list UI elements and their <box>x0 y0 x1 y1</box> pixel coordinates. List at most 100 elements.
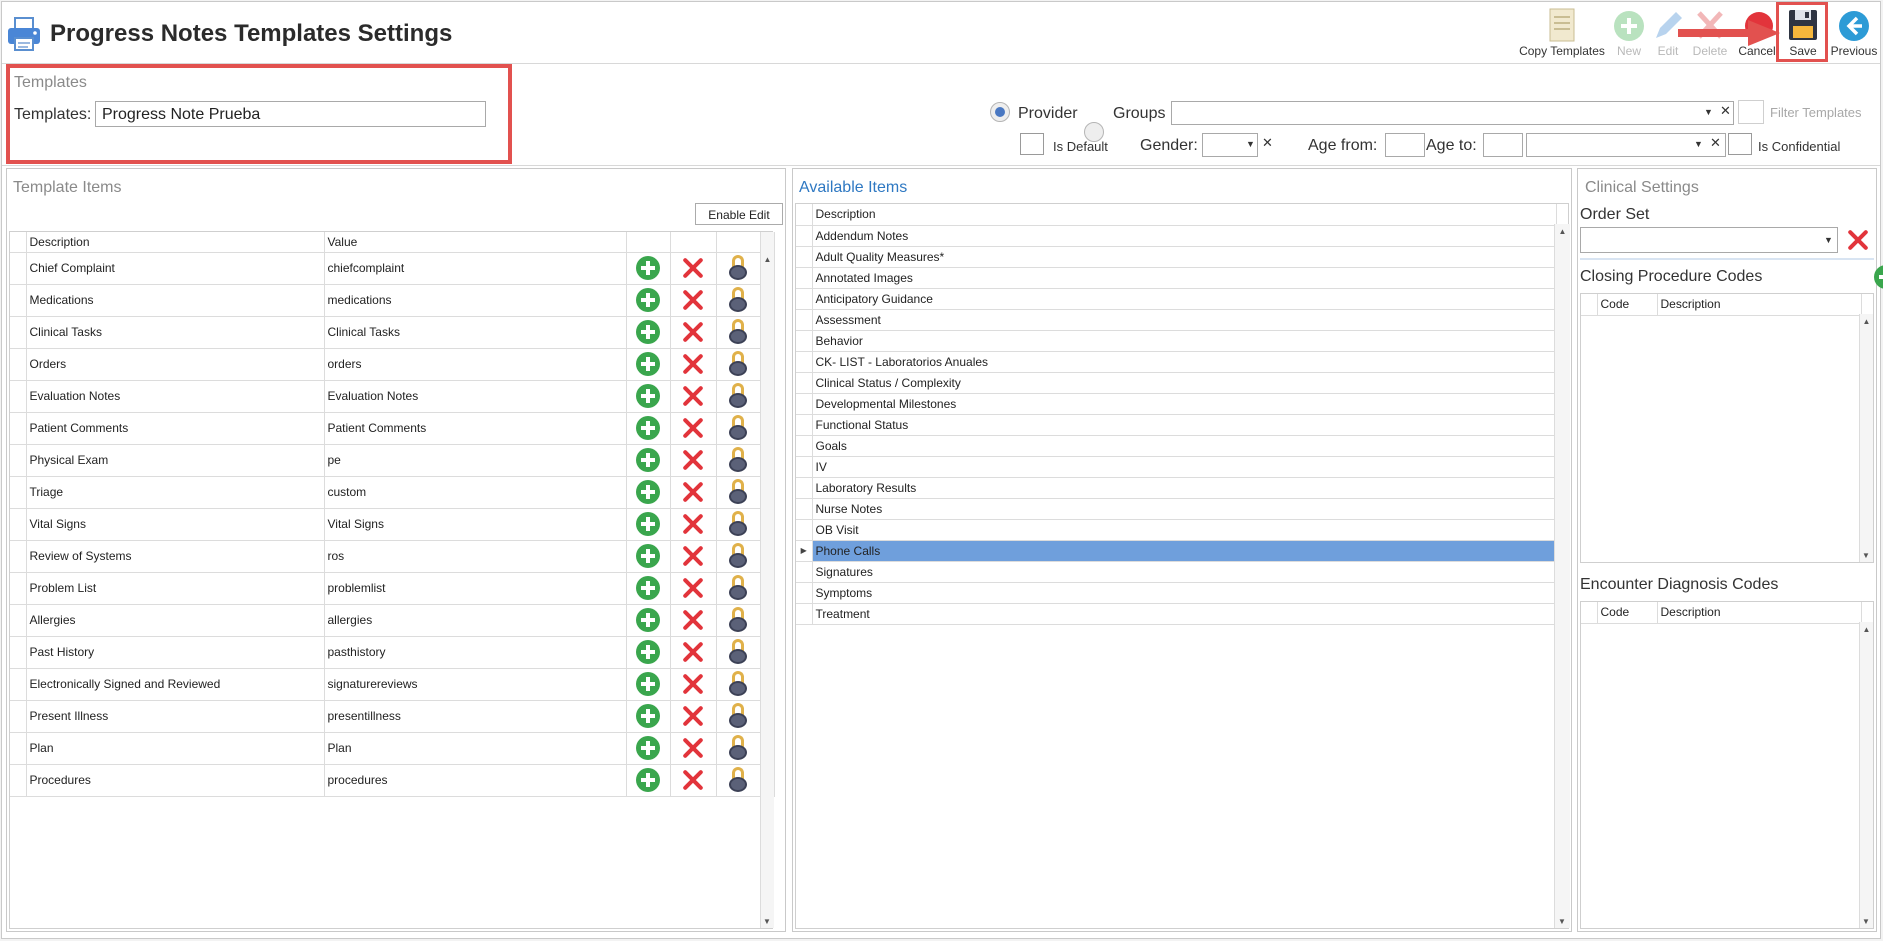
lock-icon[interactable] <box>728 734 748 761</box>
add-icon[interactable] <box>636 384 660 408</box>
add-icon[interactable] <box>636 288 660 312</box>
remove-icon[interactable] <box>681 448 705 472</box>
available-items-scrollbar[interactable]: ▲ ▼ <box>1554 224 1570 928</box>
table-row[interactable]: Orders orders <box>10 348 775 381</box>
encounter-description-header[interactable]: Description <box>1657 602 1862 624</box>
table-row[interactable]: Physical Exam pe <box>10 444 775 477</box>
lock-icon[interactable] <box>728 382 748 409</box>
is-confidential-checkbox[interactable] <box>1728 133 1752 155</box>
encounter-code-header[interactable]: Code <box>1597 602 1658 624</box>
templates-input[interactable]: Progress Note Prueba <box>95 101 486 127</box>
add-icon[interactable] <box>636 448 660 472</box>
remove-icon[interactable] <box>681 480 705 504</box>
add-icon[interactable] <box>636 544 660 568</box>
add-icon[interactable] <box>636 640 660 664</box>
lock-icon[interactable] <box>728 446 748 473</box>
add-icon[interactable] <box>636 512 660 536</box>
lock-icon[interactable] <box>728 318 748 345</box>
available-scroll-up-arrow[interactable]: ▲ <box>1555 227 1570 236</box>
remove-icon[interactable] <box>681 640 705 664</box>
list-item[interactable]: Functional Status <box>796 414 1557 436</box>
age-from-input[interactable] <box>1385 133 1425 157</box>
is-default-checkbox[interactable] <box>1020 133 1044 155</box>
scroll-down-arrow[interactable]: ▼ <box>761 917 773 926</box>
add-icon[interactable] <box>636 480 660 504</box>
add-icon[interactable] <box>636 704 660 728</box>
available-description-header[interactable]: Description <box>812 204 1557 226</box>
clear-gender-icon[interactable]: ✕ <box>1262 135 1273 151</box>
remove-icon[interactable] <box>681 320 705 344</box>
list-item[interactable]: Nurse Notes <box>796 498 1557 520</box>
clear-age-unit-icon[interactable]: ✕ <box>1710 135 1721 151</box>
remove-icon[interactable] <box>681 544 705 568</box>
copy-templates-button[interactable]: Copy Templates <box>1514 6 1610 62</box>
table-row[interactable]: Electronically Signed and Reviewed signat… <box>10 668 775 701</box>
table-row[interactable]: Procedures procedures <box>10 764 775 797</box>
remove-icon[interactable] <box>681 416 705 440</box>
list-item[interactable]: Clinical Status / Complexity <box>796 372 1557 394</box>
list-item[interactable]: OB Visit <box>796 519 1557 541</box>
add-icon[interactable] <box>636 416 660 440</box>
list-item[interactable]: Signatures <box>796 561 1557 583</box>
table-row[interactable]: Medications medications <box>10 284 775 317</box>
gender-chevron-icon[interactable]: ▼ <box>1246 139 1255 149</box>
table-row[interactable]: Present Illness presentillness <box>10 700 775 733</box>
remove-icon[interactable] <box>681 384 705 408</box>
table-row[interactable]: Allergies allergies <box>10 604 775 637</box>
groups-dropdown[interactable] <box>1171 101 1734 125</box>
add-icon[interactable] <box>636 736 660 760</box>
list-item[interactable]: Treatment <box>796 603 1557 625</box>
closing-code-header[interactable]: Code <box>1597 294 1658 316</box>
remove-icon[interactable] <box>681 608 705 632</box>
order-set-chevron-icon[interactable]: ▼ <box>1824 235 1833 245</box>
list-item[interactable]: Goals <box>796 435 1557 457</box>
remove-icon[interactable] <box>681 672 705 696</box>
remove-icon[interactable] <box>681 512 705 536</box>
list-item[interactable]: IV <box>796 456 1557 478</box>
table-row[interactable]: Triage custom <box>10 476 775 509</box>
remove-icon[interactable] <box>681 288 705 312</box>
chevron-down-icon[interactable]: ▼ <box>1704 107 1713 117</box>
remove-icon[interactable] <box>681 736 705 760</box>
remove-icon[interactable] <box>681 576 705 600</box>
table-row[interactable]: Evaluation Notes Evaluation Notes <box>10 380 775 413</box>
order-set-dropdown[interactable] <box>1580 227 1838 253</box>
list-item[interactable]: ▶ Phone Calls <box>796 540 1557 562</box>
add-closing-procedure-icon[interactable] <box>1874 265 1883 289</box>
table-row[interactable]: Review of Systems ros <box>10 540 775 573</box>
lock-icon[interactable] <box>728 542 748 569</box>
clear-groups-icon[interactable]: ✕ <box>1720 103 1731 119</box>
scroll-up-arrow[interactable]: ▲ <box>761 255 774 264</box>
table-row[interactable]: Problem List problemlist <box>10 572 775 605</box>
remove-icon[interactable] <box>681 768 705 792</box>
add-icon[interactable] <box>636 608 660 632</box>
list-item[interactable]: Anticipatory Guidance <box>796 288 1557 310</box>
lock-icon[interactable] <box>728 638 748 665</box>
closing-scroll-down-arrow[interactable]: ▼ <box>1860 551 1872 560</box>
add-icon[interactable] <box>636 352 660 376</box>
lock-icon[interactable] <box>728 478 748 505</box>
list-item[interactable]: Assessment <box>796 309 1557 331</box>
lock-icon[interactable] <box>728 414 748 441</box>
lock-icon[interactable] <box>728 574 748 601</box>
available-scroll-down-arrow[interactable]: ▼ <box>1555 917 1569 926</box>
lock-icon[interactable] <box>728 766 748 793</box>
list-item[interactable]: Addendum Notes <box>796 225 1557 247</box>
table-row[interactable]: Plan Plan <box>10 732 775 765</box>
description-header[interactable]: Description <box>26 232 325 253</box>
template-items-scrollbar[interactable]: ▲ ▼ <box>760 252 774 928</box>
list-item[interactable]: CK- LIST - Laboratorios Anuales <box>796 351 1557 373</box>
encounter-diagnosis-scrollbar[interactable]: ▲ ▼ <box>1859 622 1873 928</box>
lock-icon[interactable] <box>728 510 748 537</box>
lock-icon[interactable] <box>728 254 748 281</box>
remove-icon[interactable] <box>681 352 705 376</box>
filter-templates-checkbox[interactable] <box>1738 100 1764 124</box>
closing-procedure-scrollbar[interactable]: ▲ ▼ <box>1859 314 1873 562</box>
list-item[interactable]: Adult Quality Measures* <box>796 246 1557 268</box>
lock-icon[interactable] <box>728 286 748 313</box>
lock-icon[interactable] <box>728 670 748 697</box>
list-item[interactable]: Behavior <box>796 330 1557 352</box>
remove-icon[interactable] <box>681 704 705 728</box>
add-icon[interactable] <box>636 576 660 600</box>
table-row[interactable]: Vital Signs Vital Signs <box>10 508 775 541</box>
